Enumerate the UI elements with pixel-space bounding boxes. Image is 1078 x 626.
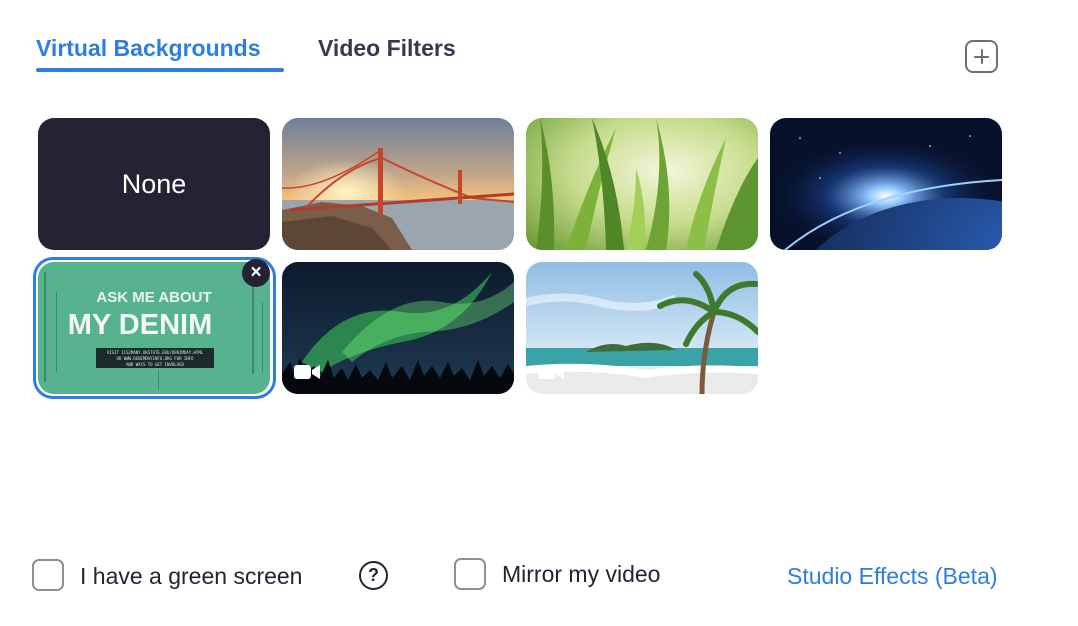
svg-text:AND WAYS TO GET INVOLVED: AND WAYS TO GET INVOLVED <box>126 362 184 367</box>
add-background-button[interactable] <box>965 40 998 73</box>
bridge-image <box>282 118 514 250</box>
green-screen-checkbox[interactable] <box>32 559 64 591</box>
background-earth-from-space[interactable] <box>770 118 1002 250</box>
tab-virtual-backgrounds[interactable]: Virtual Backgrounds <box>36 30 261 66</box>
background-none-label: None <box>121 168 187 199</box>
svg-text:OR WWW.DENIMDAYINFO.ORG FOR IN: OR WWW.DENIMDAYINFO.ORG FOR INFO <box>116 356 194 361</box>
mirror-video-label: Mirror my video <box>502 561 661 587</box>
background-ask-me-about-my-denim[interactable]: ASK ME ABOUT MY DENIM VISIT 1IS2MANY.OKS… <box>38 262 270 394</box>
video-camera-icon <box>294 365 320 379</box>
svg-text:ASK ME ABOUT: ASK ME ABOUT <box>96 289 211 306</box>
active-tab-indicator <box>36 68 284 72</box>
background-grass[interactable] <box>526 118 758 250</box>
grass-image <box>526 118 758 250</box>
denim-image: ASK ME ABOUT MY DENIM VISIT 1IS2MANY.OKS… <box>38 262 270 394</box>
studio-effects-link[interactable]: Studio Effects (Beta) <box>787 562 998 590</box>
help-icon[interactable]: ? <box>359 561 388 590</box>
tab-video-filters[interactable]: Video Filters <box>318 30 456 66</box>
background-golden-gate-bridge[interactable] <box>282 118 514 250</box>
svg-text:VISIT 1IS2MANY.OKSTATE.EDU/DEN: VISIT 1IS2MANY.OKSTATE.EDU/DENIMDAY.HTML <box>107 350 204 355</box>
remove-background-button[interactable]: × <box>242 259 270 287</box>
background-aurora[interactable] <box>282 262 514 394</box>
video-camera-icon <box>538 365 564 379</box>
earth-image <box>770 118 1002 250</box>
mirror-video-checkbox[interactable] <box>454 558 486 590</box>
background-beach[interactable] <box>526 262 758 394</box>
background-none[interactable]: None <box>38 118 270 250</box>
green-screen-label: I have a green screen <box>80 563 303 589</box>
svg-text:MY DENIM: MY DENIM <box>68 309 212 341</box>
